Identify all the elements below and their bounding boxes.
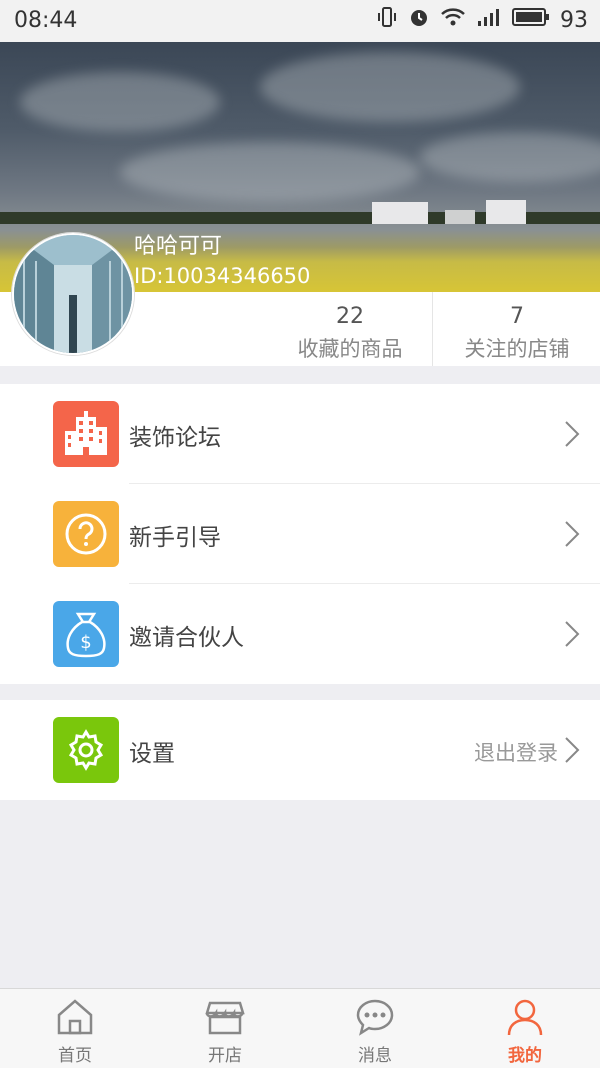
tab-home-label: 首页 bbox=[58, 1046, 92, 1066]
avatar[interactable] bbox=[12, 233, 134, 355]
person-icon bbox=[507, 999, 543, 1036]
tab-open-store-label: 开店 bbox=[208, 1046, 242, 1066]
logout-link[interactable]: 退出登录 bbox=[474, 737, 558, 767]
bottom-tab-bar: 首页 开店 消息 我的 bbox=[0, 988, 600, 1068]
signal-icon bbox=[476, 6, 502, 34]
chevron-right-icon bbox=[564, 520, 580, 552]
tab-mine[interactable]: 我的 bbox=[450, 989, 600, 1068]
favorites-label: 收藏的商品 bbox=[297, 337, 403, 361]
tab-messages[interactable]: 消息 bbox=[300, 989, 450, 1068]
tab-mine-label: 我的 bbox=[508, 1046, 542, 1066]
menu-item-invite-partner[interactable]: $ 邀请合伙人 bbox=[0, 584, 600, 684]
tab-messages-label: 消息 bbox=[358, 1046, 392, 1066]
tab-home[interactable]: 首页 bbox=[0, 989, 150, 1068]
chevron-right-icon bbox=[564, 620, 580, 652]
menu-item-guide[interactable]: 新手引导 bbox=[0, 484, 600, 584]
wifi-icon bbox=[440, 6, 466, 34]
followed-shops-count: 7 bbox=[510, 304, 524, 329]
chevron-right-icon bbox=[564, 736, 580, 768]
chevron-right-icon bbox=[564, 420, 580, 452]
menu-item-settings[interactable]: 设置 退出登录 bbox=[0, 700, 600, 800]
menu-item-forum-label: 装饰论坛 bbox=[129, 425, 221, 451]
store-icon bbox=[205, 1001, 245, 1035]
menu-item-guide-label: 新手引导 bbox=[129, 525, 221, 551]
status-bar: 08:44 93 bbox=[0, 0, 600, 42]
building-icon bbox=[53, 401, 119, 467]
settings-label: 设置 bbox=[129, 741, 175, 767]
menu-list: 装饰论坛 新手引导 $ 邀请合伙人 bbox=[0, 384, 600, 684]
question-icon bbox=[53, 501, 119, 567]
menu-item-forum[interactable]: 装饰论坛 bbox=[0, 384, 600, 484]
username: 哈哈可可 bbox=[134, 234, 223, 259]
battery-level: 93 bbox=[560, 7, 588, 33]
battery-icon bbox=[512, 7, 550, 33]
money-bag-icon: $ bbox=[53, 601, 119, 667]
settings-section: 设置 退出登录 bbox=[0, 700, 600, 800]
user-id: ID:10034346650 bbox=[134, 264, 311, 288]
svg-text:$: $ bbox=[80, 632, 91, 653]
vibrate-icon bbox=[376, 6, 398, 34]
status-time: 08:44 bbox=[14, 8, 78, 33]
menu-item-invite-label: 邀请合伙人 bbox=[129, 625, 244, 651]
alarm-icon bbox=[408, 6, 430, 34]
chat-icon bbox=[356, 999, 394, 1036]
favorites-stat[interactable]: 22 收藏的商品 bbox=[266, 292, 434, 366]
tab-open-store[interactable]: 开店 bbox=[150, 989, 300, 1068]
favorites-count: 22 bbox=[336, 304, 364, 329]
followed-shops-stat[interactable]: 7 关注的店铺 bbox=[433, 292, 600, 366]
gear-icon bbox=[53, 717, 119, 783]
followed-shops-label: 关注的店铺 bbox=[464, 337, 570, 361]
home-icon bbox=[57, 999, 93, 1035]
